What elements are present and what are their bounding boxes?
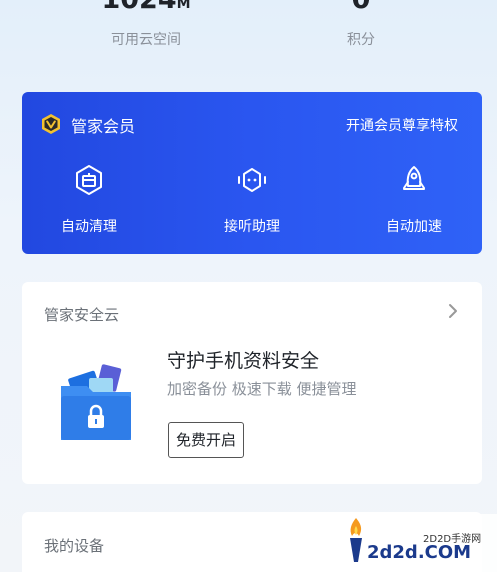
stats-row: 1024M 可用云空间 0 积分 bbox=[0, 0, 497, 80]
free-enable-button[interactable]: 免费开启 bbox=[168, 422, 245, 458]
chevron-right-icon[interactable] bbox=[446, 302, 460, 320]
cloud-subline: 加密备份 极速下载 便捷管理 bbox=[167, 380, 357, 398]
cloud-space-label: 可用云空间 bbox=[111, 32, 181, 48]
vip-badge-icon bbox=[42, 114, 60, 134]
security-cloud-header: 管家安全云 bbox=[44, 306, 120, 324]
feature-auto-boost-label: 自动加速 bbox=[386, 219, 442, 235]
torch-logo-icon bbox=[350, 518, 362, 562]
feature-call-assistant[interactable]: 接听助理 bbox=[197, 164, 307, 236]
vip-membership-card[interactable]: 管家会员 开通会员尊享特权 自动清理 接听助理 自动加速 bbox=[22, 92, 482, 254]
cloud-headline: 守护手机资料安全 bbox=[167, 350, 320, 372]
watermark: 2D2D手游网 2d2d.COM bbox=[337, 514, 497, 572]
robot-assistant-icon bbox=[238, 168, 266, 192]
feature-call-assistant-label: 接听助理 bbox=[224, 219, 280, 235]
points-label: 积分 bbox=[347, 32, 375, 48]
cloud-space-value: 1024M bbox=[101, 0, 191, 15]
feature-auto-boost[interactable]: 自动加速 bbox=[359, 164, 469, 236]
vip-title: 管家会员 bbox=[71, 117, 136, 136]
security-cloud-card[interactable]: 管家安全云 守护手机资料安全 加密备份 极速下载 便捷管理 免费开启 bbox=[22, 282, 482, 484]
vip-open-link[interactable]: 开通会员尊享特权 bbox=[346, 115, 458, 135]
points-value: 0 bbox=[261, 0, 461, 15]
cleanup-icon bbox=[76, 165, 102, 195]
rocket-icon bbox=[403, 166, 425, 190]
watermark-en-text: 2d2d.COM bbox=[367, 542, 472, 563]
feature-auto-cleanup[interactable]: 自动清理 bbox=[34, 164, 144, 236]
encrypted-folder-icon bbox=[61, 364, 131, 440]
my-devices-label: 我的设备 bbox=[44, 537, 105, 555]
feature-auto-cleanup-label: 自动清理 bbox=[61, 219, 117, 235]
